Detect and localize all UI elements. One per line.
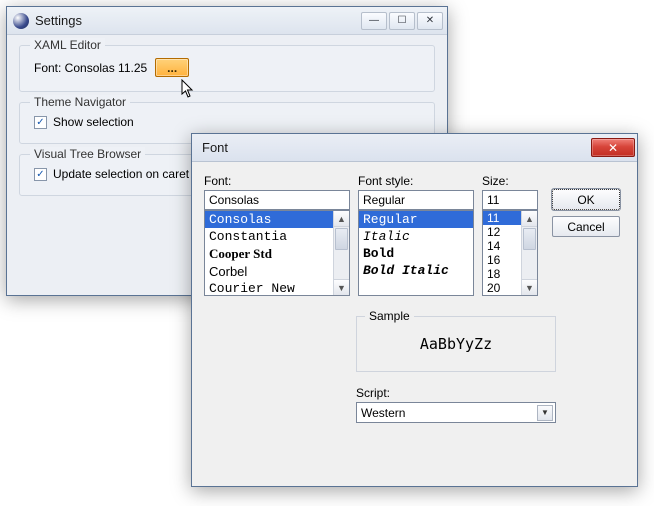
font-style-listbox[interactable]: Regular Italic Bold Bold Italic [358, 210, 474, 296]
list-item[interactable]: 22 [483, 295, 537, 296]
list-item[interactable]: Cooper Std [205, 245, 349, 263]
list-item[interactable]: Constantia [205, 228, 349, 245]
script-value: Western [361, 406, 405, 420]
size-listbox[interactable]: 11 12 14 16 18 20 22 ▲ ▼ [482, 210, 538, 296]
font-style-input[interactable] [358, 190, 474, 210]
font-browse-button[interactable]: ... [155, 58, 189, 77]
cancel-button[interactable]: Cancel [552, 216, 620, 237]
font-summary-label: Font: Consolas 11.25 [34, 61, 147, 75]
group-xaml-editor: XAML Editor Font: Consolas 11.25 ... [19, 45, 435, 92]
app-icon [13, 13, 29, 29]
sample-group: Sample AaBbYyZz [356, 316, 556, 372]
list-item[interactable]: Consolas [205, 211, 349, 228]
close-button[interactable]: ✕ [417, 12, 443, 30]
scroll-up-icon[interactable]: ▲ [522, 211, 537, 227]
list-item[interactable]: Italic [359, 228, 473, 245]
font-label: Font: [204, 174, 350, 188]
show-selection-checkbox[interactable]: ✓ Show selection [34, 115, 420, 129]
group-legend: Theme Navigator [30, 95, 130, 109]
list-item[interactable]: Regular [359, 211, 473, 228]
checkbox-label: Update selection on caret [53, 167, 189, 181]
font-listbox[interactable]: Consolas Constantia Cooper Std Corbel Co… [204, 210, 350, 296]
font-dialog: Font ✕ Font: Consolas Constantia Cooper … [191, 133, 638, 487]
size-input[interactable] [482, 190, 538, 210]
list-item[interactable]: Courier New [205, 280, 349, 296]
font-dialog-title: Font [202, 140, 591, 155]
list-item[interactable]: Corbel [205, 263, 349, 280]
chevron-down-icon: ▼ [537, 405, 553, 421]
scroll-thumb[interactable] [335, 228, 348, 250]
ellipsis-icon: ... [167, 61, 177, 75]
sample-text: AaBbYyZz [367, 335, 545, 353]
minimize-button[interactable]: — [361, 12, 387, 30]
ok-button[interactable]: OK [552, 189, 620, 210]
group-legend: XAML Editor [30, 38, 105, 52]
font-input[interactable] [204, 190, 350, 210]
font-style-label: Font style: [358, 174, 474, 188]
checkbox-icon: ✓ [34, 116, 47, 129]
scrollbar[interactable]: ▲ ▼ [333, 211, 349, 295]
scroll-up-icon[interactable]: ▲ [334, 211, 349, 227]
script-combobox[interactable]: Western ▼ [356, 402, 556, 423]
maximize-button[interactable]: ☐ [389, 12, 415, 30]
font-titlebar[interactable]: Font ✕ [192, 134, 637, 162]
size-label: Size: [482, 174, 538, 188]
settings-titlebar[interactable]: Settings — ☐ ✕ [7, 7, 447, 35]
group-legend: Visual Tree Browser [30, 147, 145, 161]
settings-title: Settings [35, 13, 361, 28]
font-dialog-close-button[interactable]: ✕ [591, 138, 635, 157]
scroll-down-icon[interactable]: ▼ [334, 279, 349, 295]
scrollbar[interactable]: ▲ ▼ [521, 211, 537, 295]
checkbox-label: Show selection [53, 115, 134, 129]
checkbox-icon: ✓ [34, 168, 47, 181]
script-label: Script: [356, 386, 625, 400]
list-item[interactable]: Bold [359, 245, 473, 262]
scroll-down-icon[interactable]: ▼ [522, 279, 537, 295]
sample-legend: Sample [365, 309, 414, 323]
scroll-thumb[interactable] [523, 228, 536, 250]
close-icon: ✕ [608, 141, 618, 155]
list-item[interactable]: Bold Italic [359, 262, 473, 279]
